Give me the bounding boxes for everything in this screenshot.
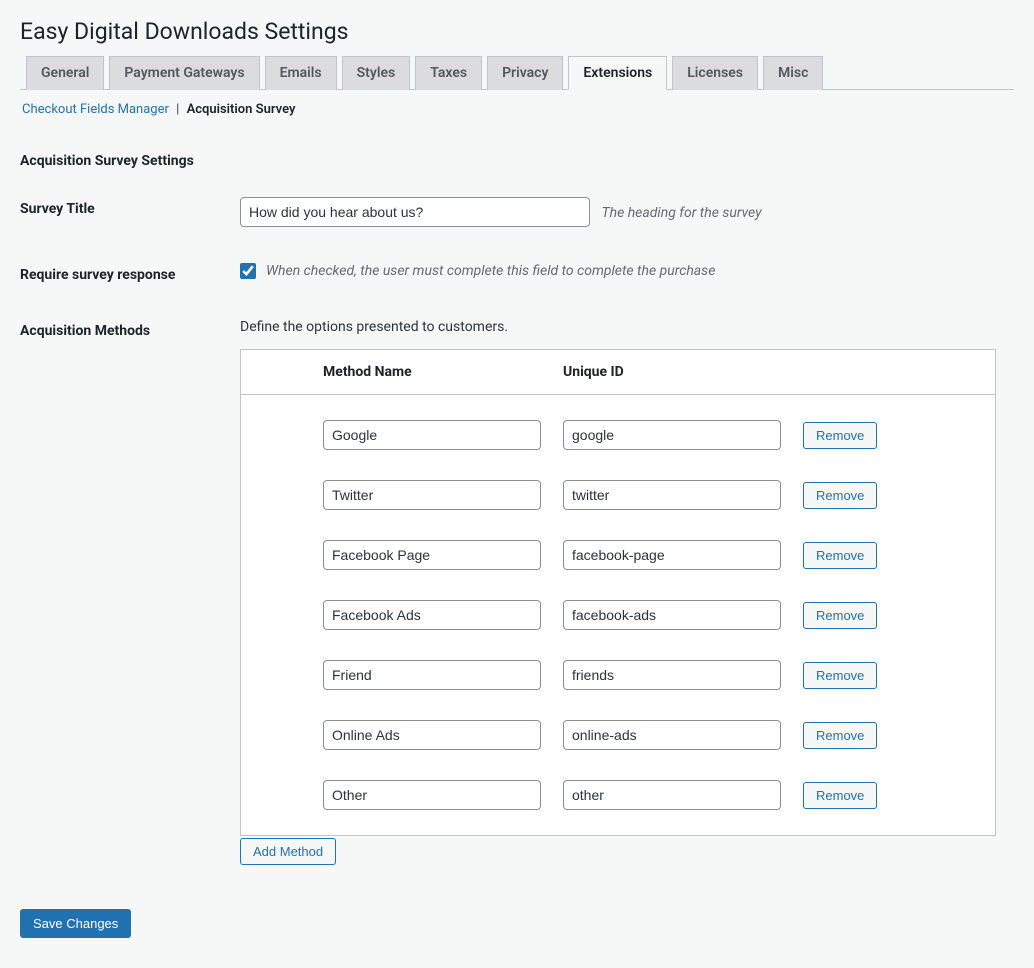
tab-extensions[interactable]: Extensions bbox=[568, 56, 667, 90]
col-header-unique-id: Unique ID bbox=[563, 364, 803, 380]
subnav-current: Acquisition Survey bbox=[187, 102, 296, 117]
require-response-checkbox[interactable] bbox=[240, 263, 256, 279]
survey-title-input[interactable] bbox=[240, 197, 590, 227]
acq-methods-description: Define the options presented to customer… bbox=[240, 319, 1014, 335]
remove-method-button[interactable]: Remove bbox=[803, 602, 877, 629]
method-row: Remove bbox=[241, 405, 995, 465]
method-id-input[interactable] bbox=[563, 420, 781, 450]
remove-method-button[interactable]: Remove bbox=[803, 422, 877, 449]
sub-nav: Checkout Fields Manager | Acquisition Su… bbox=[20, 90, 1014, 125]
method-id-input[interactable] bbox=[563, 540, 781, 570]
remove-method-button[interactable]: Remove bbox=[803, 722, 877, 749]
method-row: Remove bbox=[241, 645, 995, 705]
save-changes-button[interactable]: Save Changes bbox=[20, 909, 131, 938]
method-row: Remove bbox=[241, 585, 995, 645]
acq-methods-table: Method Name Unique ID Remove Remove Remove… bbox=[240, 349, 996, 836]
survey-title-label: Survey Title bbox=[20, 197, 240, 217]
tab-general[interactable]: General bbox=[26, 56, 104, 90]
tab-misc[interactable]: Misc bbox=[763, 56, 823, 90]
method-id-input[interactable] bbox=[563, 600, 781, 630]
method-name-input[interactable] bbox=[323, 540, 541, 570]
subnav-separator: | bbox=[172, 102, 183, 117]
page-title: Easy Digital Downloads Settings bbox=[20, 0, 1014, 55]
require-response-label: Require survey response bbox=[20, 263, 240, 283]
remove-method-button[interactable]: Remove bbox=[803, 482, 877, 509]
subnav-link-checkout-fields[interactable]: Checkout Fields Manager bbox=[22, 102, 169, 117]
acq-methods-label: Acquisition Methods bbox=[20, 319, 240, 339]
col-header-method-name: Method Name bbox=[323, 364, 563, 380]
method-name-input[interactable] bbox=[323, 600, 541, 630]
method-id-input[interactable] bbox=[563, 720, 781, 750]
add-method-button[interactable]: Add Method bbox=[240, 838, 336, 865]
method-name-input[interactable] bbox=[323, 660, 541, 690]
tab-licenses[interactable]: Licenses bbox=[672, 56, 758, 90]
method-name-input[interactable] bbox=[323, 420, 541, 450]
remove-method-button[interactable]: Remove bbox=[803, 662, 877, 689]
method-id-input[interactable] bbox=[563, 660, 781, 690]
tab-taxes[interactable]: Taxes bbox=[415, 56, 482, 90]
tab-emails[interactable]: Emails bbox=[265, 56, 337, 90]
method-id-input[interactable] bbox=[563, 780, 781, 810]
remove-method-button[interactable]: Remove bbox=[803, 542, 877, 569]
remove-method-button[interactable]: Remove bbox=[803, 782, 877, 809]
method-row: Remove bbox=[241, 765, 995, 825]
method-id-input[interactable] bbox=[563, 480, 781, 510]
method-name-input[interactable] bbox=[323, 480, 541, 510]
settings-tabs: GeneralPayment GatewaysEmailsStylesTaxes… bbox=[20, 55, 1014, 90]
tab-payment-gateways[interactable]: Payment Gateways bbox=[109, 56, 259, 90]
method-row: Remove bbox=[241, 525, 995, 585]
require-response-hint: When checked, the user must complete thi… bbox=[266, 263, 715, 279]
tab-styles[interactable]: Styles bbox=[342, 56, 411, 90]
section-heading: Acquisition Survey Settings bbox=[20, 125, 1014, 179]
method-row: Remove bbox=[241, 465, 995, 525]
tab-privacy[interactable]: Privacy bbox=[487, 56, 563, 90]
survey-title-hint: The heading for the survey bbox=[601, 205, 761, 221]
method-name-input[interactable] bbox=[323, 780, 541, 810]
method-name-input[interactable] bbox=[323, 720, 541, 750]
method-row: Remove bbox=[241, 705, 995, 765]
